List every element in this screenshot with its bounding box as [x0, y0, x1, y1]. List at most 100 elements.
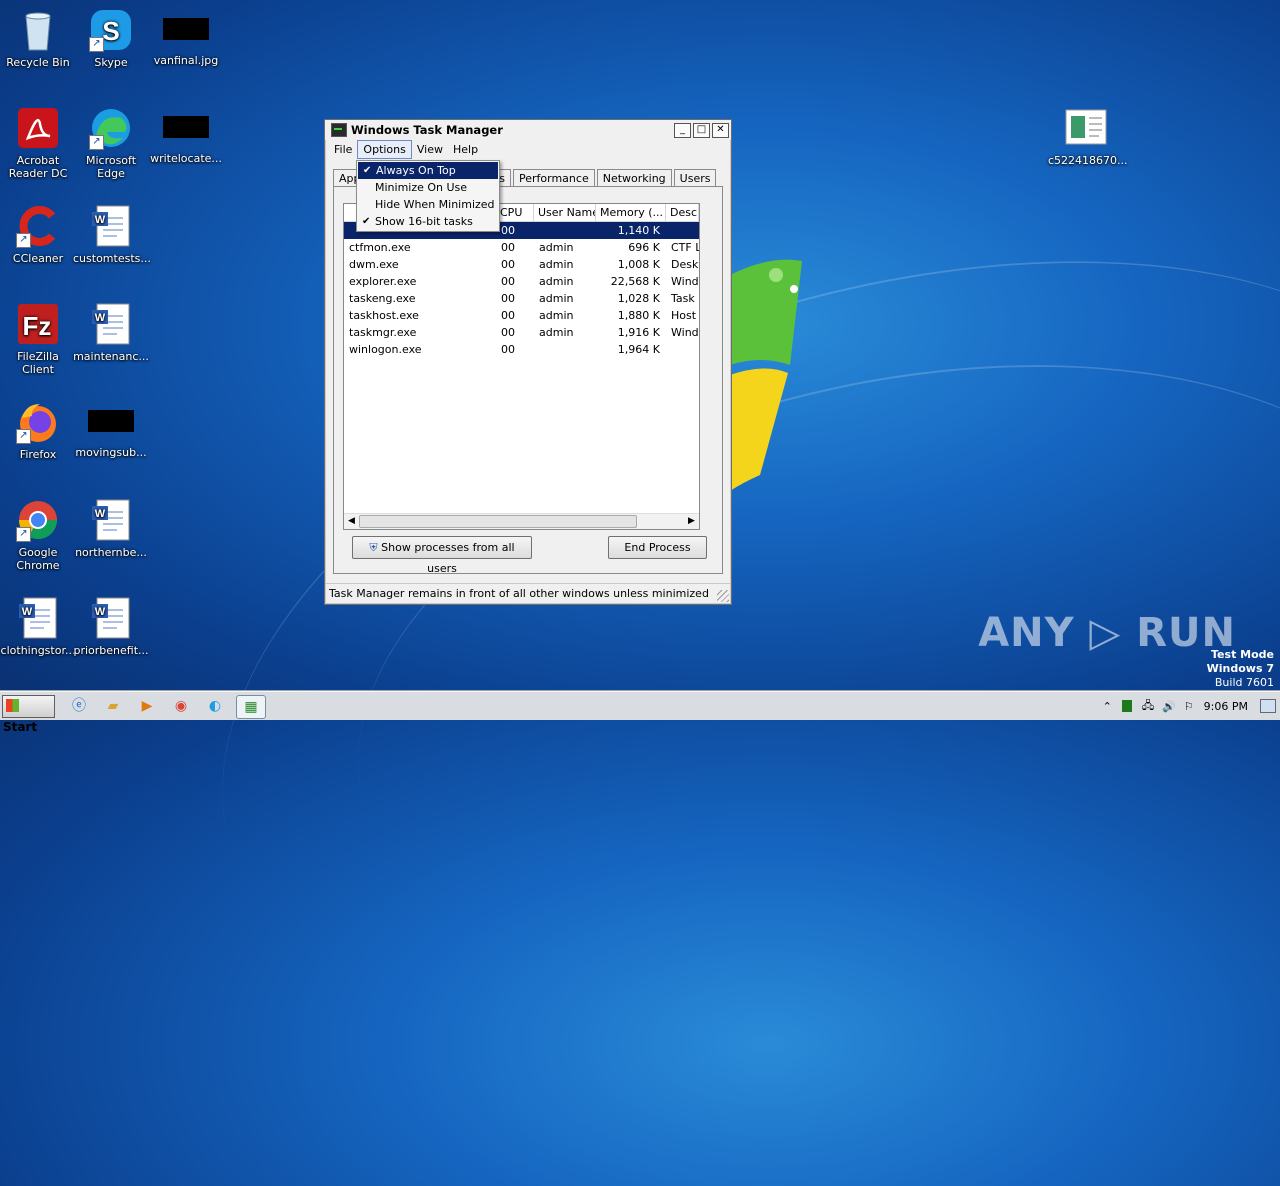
end-process-button[interactable]: End Process — [608, 536, 707, 559]
file-explorer-icon[interactable]: ▰ — [102, 695, 124, 717]
menu-view[interactable]: View — [412, 141, 448, 158]
word-doc-icon: W — [89, 302, 133, 346]
table-row[interactable]: taskhost.exe 00 admin 1,880 K Host — [344, 307, 699, 324]
close-button[interactable]: ✕ — [712, 122, 729, 138]
clock[interactable]: 9:06 PM — [1204, 700, 1248, 713]
process-name: ctfmon.exe — [349, 241, 411, 254]
menu-item-always-on-top[interactable]: ✔ Always On Top — [358, 162, 498, 179]
desktop-icon-edge[interactable]: ↗ Microsoft Edge — [73, 106, 149, 180]
desktop-icon-maintenanc[interactable]: W maintenanc... — [73, 302, 149, 363]
desktop-icon-label: Recycle Bin — [6, 56, 70, 69]
table-row[interactable]: taskmgr.exe 00 admin 1,916 K Wind — [344, 324, 699, 341]
process-cpu: 00 — [501, 292, 515, 305]
process-name: dwm.exe — [349, 258, 399, 271]
document-icon — [1064, 106, 1108, 150]
process-user: admin — [539, 275, 574, 288]
table-row[interactable]: taskeng.exe 00 admin 1,028 K Task — [344, 290, 699, 307]
menu-item-show-16bit-tasks[interactable]: ✔ Show 16-bit tasks — [357, 213, 499, 230]
menu-item-hide-when-minimized[interactable]: Hide When Minimized — [357, 196, 499, 213]
table-row[interactable]: explorer.exe 00 admin 22,568 K Wind — [344, 273, 699, 290]
desktop-icon-filezilla[interactable]: Fz FileZilla Client — [0, 302, 76, 376]
tab-networking[interactable]: Networking — [596, 169, 672, 187]
show-all-processes-button[interactable]: ⛨ Show processes from all users — [352, 536, 532, 575]
tray-app-icon[interactable] — [1121, 700, 1132, 712]
menu-file[interactable]: File — [329, 141, 357, 158]
show-hidden-icons-chevron-icon[interactable]: ⌃ — [1103, 700, 1112, 713]
desktop-icon-label: Acrobat Reader DC — [8, 154, 68, 180]
resize-grip-icon[interactable] — [717, 590, 729, 602]
desktop-icon-label: customtests... — [73, 252, 151, 265]
shortcut-arrow-icon: ↗ — [89, 37, 104, 52]
menu-help[interactable]: Help — [448, 141, 483, 158]
column-header-user-name[interactable]: User Name — [534, 204, 596, 221]
chrome-taskbar-icon[interactable]: ◉ — [170, 695, 192, 717]
tab-performance[interactable]: Performance — [513, 169, 595, 187]
process-name: explorer.exe — [349, 275, 417, 288]
desktop-icon-customtests[interactable]: W customtests... — [73, 204, 151, 265]
desktop-icon-writelocate[interactable]: writelocate... — [148, 106, 224, 165]
desktop-icon-label: priorbenefit... — [73, 644, 149, 657]
desktop-icon-label: movingsub... — [75, 446, 147, 459]
menu-options[interactable]: Options — [357, 139, 412, 159]
desktop-icon-label: Google Chrome — [16, 546, 60, 572]
desktop-icon-label: maintenanc... — [73, 350, 149, 363]
task-manager-taskbar-icon[interactable]: ▦ — [236, 695, 266, 719]
shortcut-arrow-icon: ↗ — [89, 135, 104, 150]
column-header-description[interactable]: Desc — [666, 204, 699, 221]
scroll-right-arrow-icon[interactable]: ▶ — [685, 515, 698, 528]
maximize-button[interactable]: □ — [693, 122, 710, 138]
menu-bar: File Options View Help — [325, 139, 731, 159]
tab-users[interactable]: Users — [673, 169, 717, 187]
table-row[interactable]: ctfmon.exe 00 admin 696 K CTF L — [344, 239, 699, 256]
menu-item-label: Hide When Minimized — [375, 198, 495, 211]
desktop-icon-clothingstor[interactable]: W clothingstor... — [0, 596, 76, 657]
show-desktop-button[interactable] — [1260, 699, 1276, 713]
volume-icon[interactable]: 🔊 — [1162, 700, 1176, 713]
desktop-icon-recycle-bin[interactable]: Recycle Bin — [0, 8, 76, 69]
svg-text:W: W — [22, 606, 33, 618]
process-user: admin — [539, 326, 574, 339]
menu-item-minimize-on-use[interactable]: Minimize On Use — [357, 179, 499, 196]
column-header-cpu[interactable]: CPU — [496, 204, 534, 221]
desktop-icon-label: Microsoft Edge — [85, 154, 137, 180]
test-mode-line: Test Mode — [1211, 648, 1274, 661]
desktop-icon-chrome[interactable]: ↗ Google Chrome — [0, 498, 76, 572]
table-row[interactable]: winlogon.exe 00 1,964 K — [344, 341, 699, 358]
desktop-icon-c522418670[interactable]: c522418670... — [1048, 106, 1128, 167]
start-button[interactable]: Start — [2, 695, 55, 734]
title-bar[interactable]: Windows Task Manager _ □ ✕ — [325, 120, 731, 140]
process-list[interactable]: CPU User Name Memory (... Desc 00 1,140 … — [343, 203, 700, 530]
windows-flag-icon — [6, 699, 19, 712]
desktop-icon-acrobat[interactable]: Acrobat Reader DC — [0, 106, 76, 180]
desktop-icon-priorbenefit[interactable]: W priorbenefit... — [73, 596, 149, 657]
svg-text:W: W — [95, 214, 106, 226]
desktop-icon-skype[interactable]: S ↗ Skype — [73, 8, 149, 69]
taskbar: Start ⓔ ▰ ▶ ◉ ◐ ▦ ⌃ 🖧 🔊 ⚐ 9:06 PM — [0, 691, 1280, 734]
process-description — [666, 222, 699, 239]
checkmark-icon: ✔ — [363, 165, 372, 176]
scrollbar-thumb[interactable] — [359, 515, 637, 528]
desktop-icon-movingsub[interactable]: movingsub... — [73, 400, 149, 459]
desktop-icon-firefox[interactable]: ↗ Firefox — [0, 400, 76, 461]
process-name: winlogon.exe — [349, 343, 422, 356]
process-memory: 1,964 K — [617, 343, 660, 356]
media-player-icon[interactable]: ▶ — [136, 695, 158, 717]
desktop-icon-vanfinal[interactable]: vanfinal.jpg — [148, 8, 224, 67]
process-name: taskhost.exe — [349, 309, 419, 322]
desktop-icon-ccleaner[interactable]: ↗ CCleaner — [0, 204, 76, 265]
column-header-memory[interactable]: Memory (... — [596, 204, 666, 221]
word-doc-icon: W — [16, 596, 60, 640]
scroll-left-arrow-icon[interactable]: ◀ — [345, 515, 358, 528]
process-description — [666, 341, 699, 358]
action-center-flag-icon[interactable]: ⚐ — [1184, 700, 1194, 713]
minimize-button[interactable]: _ — [674, 122, 691, 138]
edge-taskbar-icon[interactable]: ◐ — [204, 695, 226, 717]
process-memory: 22,568 K — [610, 275, 660, 288]
horizontal-scrollbar[interactable]: ◀ ▶ — [344, 513, 699, 529]
internet-explorer-icon[interactable]: ⓔ — [68, 695, 90, 717]
desktop-icon-northernbe[interactable]: W northernbe... — [73, 498, 149, 559]
process-cpu: 00 — [501, 326, 515, 339]
table-row[interactable]: dwm.exe 00 admin 1,008 K Desk — [344, 256, 699, 273]
status-text: Task Manager remains in front of all oth… — [329, 587, 709, 600]
network-icon[interactable]: 🖧 — [1142, 697, 1154, 716]
